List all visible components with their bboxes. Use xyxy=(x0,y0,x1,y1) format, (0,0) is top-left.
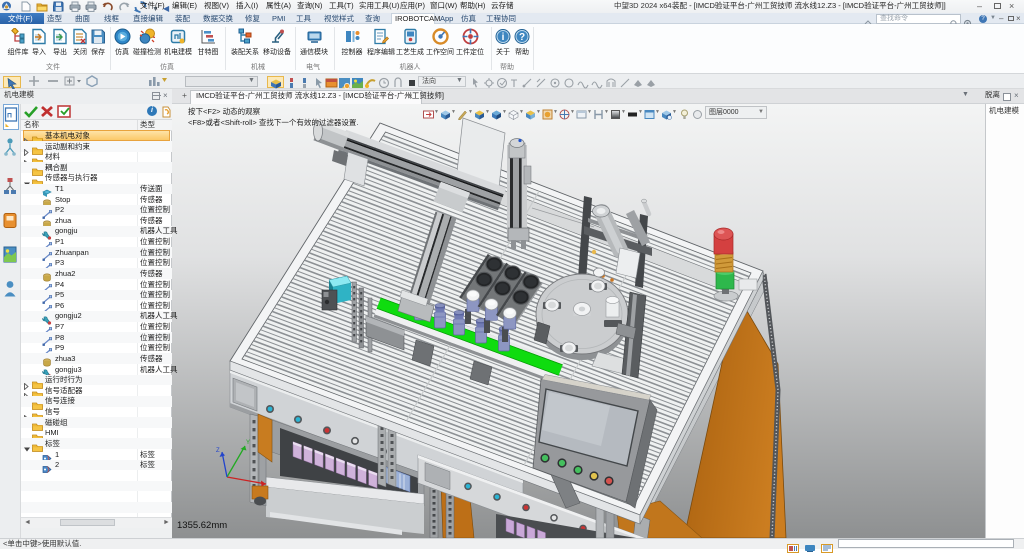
svg-text:Z: Z xyxy=(216,448,220,454)
svg-text:Y: Y xyxy=(246,440,250,446)
svg-text:i: i xyxy=(502,32,505,43)
svg-text:?: ? xyxy=(519,32,525,43)
